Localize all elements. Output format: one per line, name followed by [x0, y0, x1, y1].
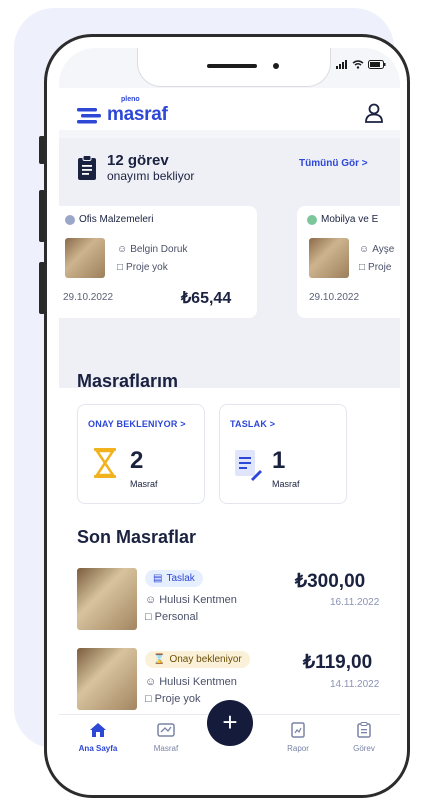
- speaker: [207, 64, 257, 68]
- pending-summary-card[interactable]: ONAY BEKLENIYOR > 2 Masraf: [77, 404, 205, 504]
- folder-icon: □: [359, 262, 366, 273]
- home-icon: [90, 723, 106, 737]
- clipboard-icon: [357, 722, 371, 738]
- approval-card[interactable]: Ofis Malzemeleri ☺ Belgin Doruk □ Proje …: [59, 206, 257, 318]
- pending-count: 2: [130, 447, 144, 474]
- see-all-link[interactable]: Tümünü Gör >: [299, 158, 368, 169]
- tab-home[interactable]: Ana Sayfa: [73, 722, 123, 753]
- document-icon: ▤: [153, 573, 163, 584]
- expense-user-name: Hulusi Kentmen: [159, 676, 237, 688]
- card-user-name: Ayşe: [372, 244, 395, 255]
- category-text: Ofis Malzemeleri: [79, 214, 154, 225]
- category-icon: [307, 214, 317, 225]
- camera: [273, 63, 279, 69]
- receipt-thumbnail: [309, 238, 349, 278]
- approvals-header: 12 görev onayımı bekliyor: [77, 152, 194, 183]
- card-project-name: Proje: [368, 262, 392, 273]
- add-expense-button[interactable]: +: [207, 700, 253, 746]
- draft-unit: Masraf: [272, 479, 300, 489]
- recent-title: Son Masraflar: [77, 527, 197, 547]
- approvals-subtitle: onayımı bekliyor: [107, 169, 195, 183]
- user-icon: [365, 103, 383, 123]
- signal-icon: [336, 60, 347, 69]
- expense-date: 14.11.2022: [330, 679, 380, 690]
- battery-icon: [368, 60, 386, 69]
- expenses-title: Masraflarım: [77, 371, 179, 391]
- folder-icon: □: [117, 262, 124, 273]
- card-user-name: Belgin Doruk: [130, 244, 188, 255]
- expense-date: 16.11.2022: [330, 597, 380, 608]
- receipt-icon: [157, 723, 175, 737]
- user-icon: ☺: [117, 244, 128, 255]
- report-icon: [291, 722, 305, 738]
- status-text: Taslak: [166, 573, 195, 584]
- category-icon: [65, 214, 75, 225]
- hourglass-icon: ⌛: [153, 654, 166, 665]
- hourglass-icon: [94, 448, 116, 478]
- logo-mark-icon: [77, 108, 101, 124]
- expense-user: ☺ Hulusi Kentmen: [145, 594, 237, 606]
- expense-user-name: Hulusi Kentmen: [159, 594, 237, 606]
- app-logo[interactable]: masraf pleno: [77, 96, 168, 126]
- expense-project-name: Personal: [154, 611, 199, 623]
- expense-project: □ Proje yok: [145, 693, 201, 705]
- app-screen: masraf pleno 12 görev onayımı bekliyor T…: [59, 48, 400, 772]
- category-label: Ofis Malzemeleri: [65, 214, 153, 225]
- card-user: ☺ Belgin Doruk: [117, 244, 187, 255]
- receipt-thumbnail: [77, 568, 137, 630]
- tab-task[interactable]: Görev: [339, 722, 389, 753]
- folder-icon: □: [145, 611, 152, 623]
- tab-home-label: Ana Sayfa: [78, 744, 118, 753]
- user-icon: ☺: [145, 676, 157, 688]
- card-project: □ Proje: [359, 262, 391, 273]
- draft-count: 1: [272, 447, 286, 474]
- card-project: □ Proje yok: [117, 262, 168, 273]
- card-project-name: Proje yok: [126, 262, 168, 273]
- tab-task-label: Görev: [353, 744, 375, 753]
- approval-card[interactable]: Mobilya ve E ☺ Ayşe □ Proje 29.10.2022: [297, 206, 400, 318]
- wifi-icon: [352, 60, 364, 69]
- expense-project-name: Proje yok: [154, 693, 201, 705]
- category-label: Mobilya ve E: [307, 214, 378, 225]
- approvals-count: 12 görev: [107, 152, 169, 169]
- clipboard-icon: [78, 154, 96, 180]
- expense-amount: ₺300,00: [295, 571, 366, 592]
- folder-icon: □: [145, 693, 152, 705]
- status-badge: ⌛ Onay bekleniyor: [145, 651, 250, 668]
- tab-expense-label: Masraf: [153, 744, 179, 753]
- expense-project: □ Personal: [145, 611, 198, 623]
- user-icon: ☺: [145, 594, 157, 606]
- tab-report-label: Rapor: [287, 744, 309, 753]
- draft-summary-card[interactable]: TASLAK > 1 Masraf: [219, 404, 347, 504]
- tab-report[interactable]: Rapor: [273, 722, 323, 753]
- pending-unit: Masraf: [130, 479, 158, 489]
- draft-link[interactable]: TASLAK >: [230, 419, 275, 429]
- logo-text: masraf: [107, 104, 168, 125]
- card-amount: ₺65,44: [181, 290, 232, 307]
- receipt-thumbnail: [77, 648, 137, 710]
- category-text: Mobilya ve E: [321, 214, 379, 225]
- profile-button[interactable]: [364, 103, 384, 128]
- status-text: Onay bekleniyor: [169, 654, 242, 665]
- user-icon: ☺: [359, 244, 370, 255]
- status-icons: [336, 60, 386, 69]
- card-date: 29.10.2022: [309, 292, 360, 303]
- expense-user: ☺ Hulusi Kentmen: [145, 676, 237, 688]
- card-user: ☺ Ayşe: [359, 244, 394, 255]
- expense-amount: ₺119,00: [303, 652, 373, 673]
- document-edit-icon: [235, 450, 262, 481]
- tab-expense[interactable]: Masraf: [141, 722, 191, 753]
- status-badge: ▤ Taslak: [145, 570, 203, 587]
- logo-subtext: pleno: [121, 96, 140, 103]
- card-date: 29.10.2022: [63, 292, 114, 303]
- receipt-thumbnail: [65, 238, 105, 278]
- pending-link[interactable]: ONAY BEKLENIYOR >: [88, 419, 186, 429]
